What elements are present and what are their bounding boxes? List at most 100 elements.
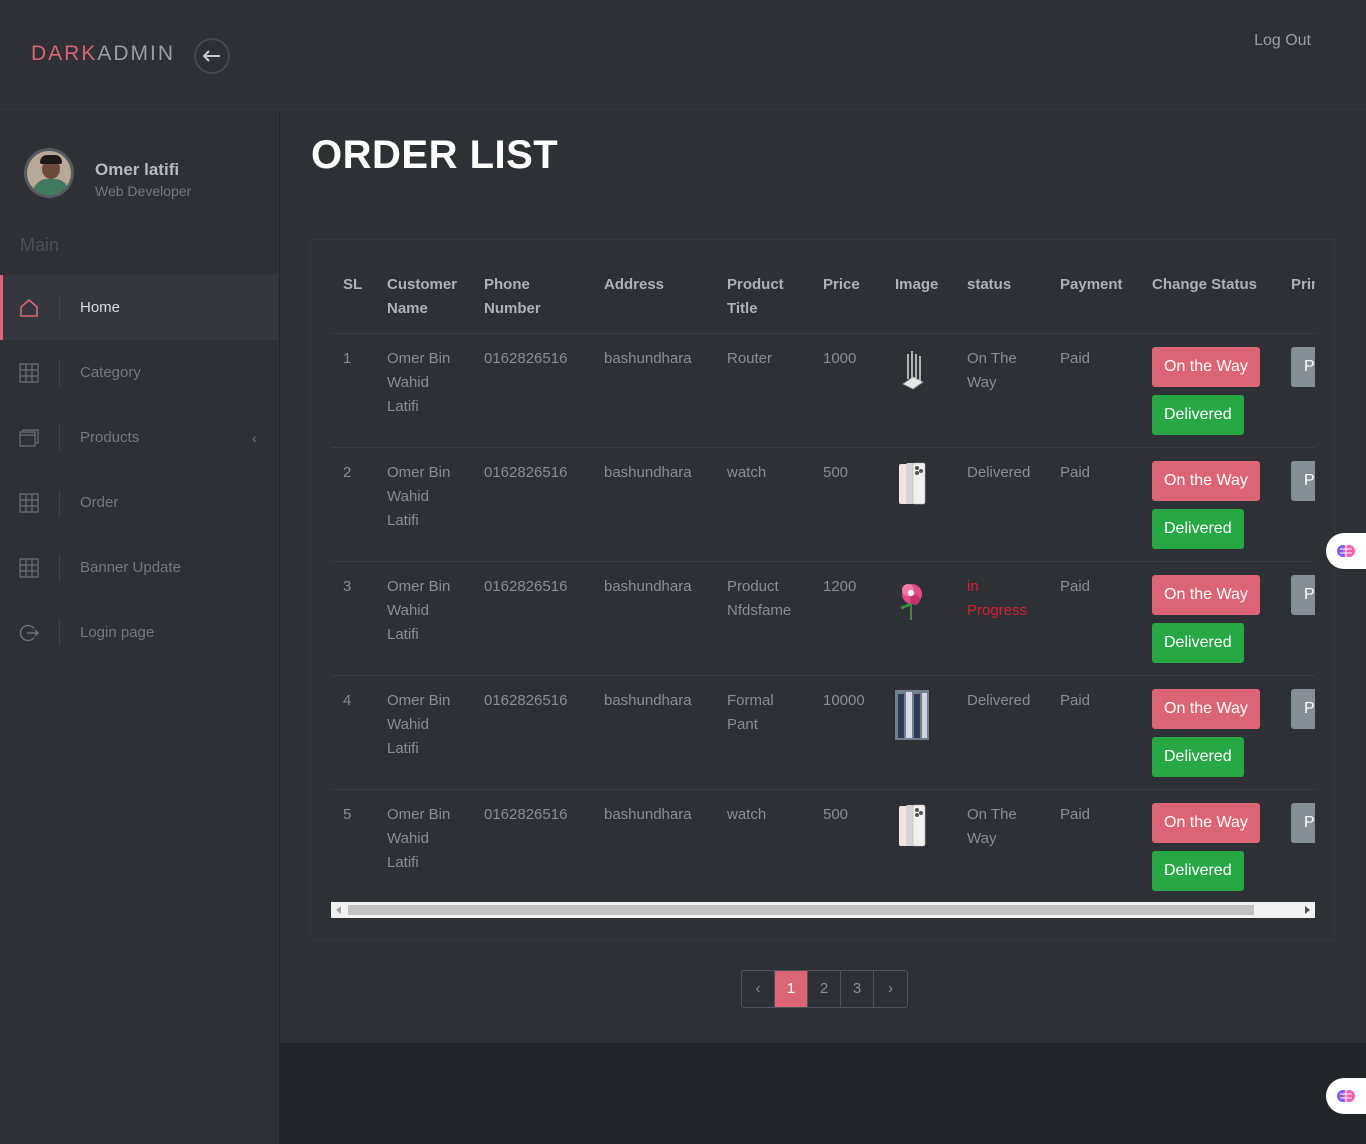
cell-product: Product Nfdsfame	[715, 561, 811, 676]
on-the-way-button[interactable]: On the Way	[1152, 803, 1260, 843]
cell-status: in Progress	[955, 561, 1048, 676]
scrollbar-thumb[interactable]	[348, 905, 1254, 915]
window-icon	[18, 427, 40, 449]
cell-product: watch	[715, 789, 811, 903]
cell-product: watch	[715, 447, 811, 562]
cell-product: Router	[715, 333, 811, 448]
cell-payment: Paid	[1048, 333, 1140, 448]
sidebar-item-order[interactable]: Order	[0, 470, 278, 535]
column-header: Address	[592, 260, 715, 334]
pagination-page-2[interactable]: 2	[808, 971, 841, 1007]
scroll-left-arrow-icon[interactable]	[336, 906, 341, 914]
pagination-page-3[interactable]: 3	[841, 971, 874, 1007]
sidebar-item-banner-update[interactable]: Banner Update	[0, 535, 278, 600]
on-the-way-button[interactable]: On the Way	[1152, 461, 1260, 501]
sidebar-item-label: Category	[80, 364, 141, 381]
delivered-button[interactable]: Delivered	[1152, 737, 1244, 777]
logout-link[interactable]: Log Out	[1254, 32, 1311, 50]
cell-image	[883, 333, 955, 448]
arrow-left-icon	[203, 50, 220, 62]
delivered-button[interactable]: Delivered	[1152, 623, 1244, 663]
cell-change-status: On the Way Delivered	[1140, 789, 1279, 903]
cell-price: 500	[811, 789, 883, 903]
cell-phone: 0162826516	[472, 333, 592, 448]
sidebar-item-label: Home	[80, 299, 121, 316]
pagination-prev[interactable]: ‹	[742, 971, 775, 1007]
cell-status: Delivered	[955, 447, 1048, 562]
cell-sl: 2	[331, 447, 375, 562]
on-the-way-button[interactable]: On the Way	[1152, 575, 1260, 615]
pagination-next[interactable]: ›	[874, 971, 907, 1007]
table-row: 2 Omer Bin Wahid Latifi 0162826516 bashu…	[331, 447, 1315, 562]
sidebar-item-label: Products	[80, 429, 140, 446]
profile-role: Web Developer	[95, 183, 192, 199]
cell-address: bashundhara	[592, 789, 715, 903]
cell-print: Print	[1279, 789, 1315, 903]
cell-change-status: On the Way Delivered	[1140, 675, 1279, 790]
pants-image	[895, 690, 929, 740]
cell-price: 10000	[811, 675, 883, 790]
sidebar-nav: Home Category Products ‹ Order Banner Up…	[0, 275, 278, 665]
orders-table-wrapper: SL Customer Name Phone Number Address Pr…	[331, 260, 1315, 903]
cell-payment: Paid	[1048, 789, 1140, 903]
print-button[interactable]: Print	[1291, 347, 1315, 387]
assistant-widget-button[interactable]	[1326, 1078, 1366, 1114]
brand-logo[interactable]: DARKADMIN	[31, 42, 175, 66]
brain-icon	[1337, 545, 1355, 557]
table-row: 3 Omer Bin Wahid Latifi 0162826516 bashu…	[331, 561, 1315, 676]
sidebar-item-login-page[interactable]: Login page	[0, 600, 278, 665]
sidebar-section-label: Main	[20, 235, 60, 255]
sidebar-toggle-button[interactable]	[194, 38, 230, 74]
column-header: Change Status	[1140, 260, 1279, 334]
assistant-widget-button[interactable]	[1326, 533, 1366, 569]
cell-address: bashundhara	[592, 675, 715, 790]
cell-address: bashundhara	[592, 447, 715, 562]
print-button[interactable]: Print	[1291, 803, 1315, 843]
sidebar-item-home[interactable]: Home	[0, 275, 278, 340]
cell-print: Print	[1279, 561, 1315, 676]
cell-status: On The Way	[955, 789, 1048, 903]
column-header: SL	[331, 260, 375, 334]
top-header: DARKADMIN Log Out	[0, 0, 1366, 110]
print-button[interactable]: Print	[1291, 575, 1315, 615]
cell-address: bashundhara	[592, 561, 715, 676]
scroll-right-arrow-icon[interactable]	[1305, 906, 1310, 914]
cell-change-status: On the Way Delivered	[1140, 561, 1279, 676]
table-row: 1 Omer Bin Wahid Latifi 0162826516 bashu…	[331, 333, 1315, 448]
horizontal-scrollbar[interactable]	[331, 902, 1315, 918]
cell-sl: 3	[331, 561, 375, 676]
phone-image	[895, 462, 929, 506]
profile-name: Omer latifi	[95, 160, 180, 179]
delivered-button[interactable]: Delivered	[1152, 851, 1244, 891]
delivered-button[interactable]: Delivered	[1152, 395, 1244, 435]
cell-status: Delivered	[955, 675, 1048, 790]
brand-part-dark: DARK	[31, 42, 98, 65]
print-button[interactable]: Print	[1291, 689, 1315, 729]
cell-price: 500	[811, 447, 883, 562]
column-header: Phone Number	[472, 260, 592, 334]
avatar[interactable]	[24, 148, 74, 198]
cell-product: Formal Pant	[715, 675, 811, 790]
cell-phone: 0162826516	[472, 675, 592, 790]
pagination: ‹ 1 2 3 ›	[741, 970, 908, 1008]
pagination-page-1[interactable]: 1	[775, 971, 808, 1007]
cell-phone: 0162826516	[472, 561, 592, 676]
cell-customer: Omer Bin Wahid Latifi	[375, 333, 472, 448]
delivered-button[interactable]: Delivered	[1152, 509, 1244, 549]
cell-sl: 4	[331, 675, 375, 790]
cell-print: Print	[1279, 447, 1315, 562]
orders-table: SL Customer Name Phone Number Address Pr…	[331, 260, 1315, 903]
cell-address: bashundhara	[592, 333, 715, 448]
on-the-way-button[interactable]: On the Way	[1152, 347, 1260, 387]
cell-customer: Omer Bin Wahid Latifi	[375, 789, 472, 903]
logout-icon	[18, 622, 40, 644]
cell-customer: Omer Bin Wahid Latifi	[375, 675, 472, 790]
sidebar-item-products[interactable]: Products ‹	[0, 405, 278, 470]
on-the-way-button[interactable]: On the Way	[1152, 689, 1260, 729]
phone-image	[895, 804, 929, 848]
print-button[interactable]: Print	[1291, 461, 1315, 501]
cell-price: 1000	[811, 333, 883, 448]
table-header-row: SL Customer Name Phone Number Address Pr…	[331, 260, 1315, 334]
cell-image	[883, 789, 955, 903]
sidebar-item-category[interactable]: Category	[0, 340, 278, 405]
